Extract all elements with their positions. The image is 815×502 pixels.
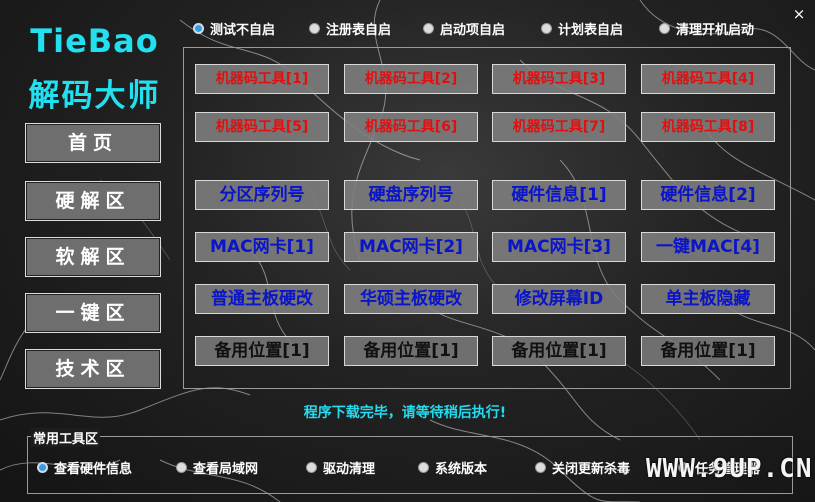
radio-startup-item-autostart[interactable]: 启动项自启 <box>423 19 541 38</box>
machine-code-tool-6-button[interactable]: 机器码工具[6] <box>344 112 478 142</box>
machine-code-tool-8-button[interactable]: 机器码工具[8] <box>641 112 775 142</box>
radio-empty-icon <box>541 23 552 34</box>
radio-driver-cleanup[interactable]: 驱动清理 <box>306 458 418 477</box>
app-title: TieBao <box>30 22 159 60</box>
startup-mode-options: 测试不自启 注册表自启 启动项自启 计划表自启 清理开机启动 <box>193 19 754 38</box>
radio-empty-icon <box>176 462 187 473</box>
mac-nic-1-button[interactable]: MAC网卡[1] <box>195 232 329 262</box>
reserved-slot-2-button[interactable]: 备用位置[1] <box>344 336 478 366</box>
radio-empty-icon <box>309 23 320 34</box>
nav-hard-decode-button[interactable]: 硬解区 <box>25 181 161 221</box>
mac-nic-2-button[interactable]: MAC网卡[2] <box>344 232 478 262</box>
nav-home-button[interactable]: 首页 <box>25 123 161 163</box>
generic-board-mod-button[interactable]: 普通主板硬改 <box>195 284 329 314</box>
machine-code-tool-7-button[interactable]: 机器码工具[7] <box>492 112 626 142</box>
radio-empty-icon <box>535 462 546 473</box>
radio-system-version[interactable]: 系统版本 <box>418 458 535 477</box>
nav-tech-button[interactable]: 技术区 <box>25 349 161 389</box>
single-board-hide-button[interactable]: 单主板隐藏 <box>641 284 775 314</box>
machine-code-tool-4-button[interactable]: 机器码工具[4] <box>641 64 775 94</box>
machine-code-tool-1-button[interactable]: 机器码工具[1] <box>195 64 329 94</box>
radio-empty-icon <box>659 23 670 34</box>
app-subtitle: 解码大师 <box>28 78 161 114</box>
modify-screen-id-button[interactable]: 修改屏幕ID <box>492 284 626 314</box>
status-message: 程序下载完毕，请等待稍后执行! <box>303 405 507 421</box>
site-watermark: WWW.9UP.CN <box>646 454 813 484</box>
radio-test-no-autostart[interactable]: 测试不自启 <box>193 19 309 38</box>
radio-empty-icon <box>423 23 434 34</box>
nav-one-click-button[interactable]: 一键区 <box>25 293 161 333</box>
machine-code-tool-2-button[interactable]: 机器码工具[2] <box>344 64 478 94</box>
radio-view-lan[interactable]: 查看局域网 <box>176 458 306 477</box>
asus-board-mod-button[interactable]: 华硕主板硬改 <box>344 284 478 314</box>
common-tools-title: 常用工具区 <box>31 428 101 447</box>
radio-clean-startup[interactable]: 清理开机启动 <box>659 19 754 38</box>
radio-selected-icon <box>37 462 48 473</box>
close-button[interactable]: × <box>791 4 807 24</box>
reserved-slot-1-button[interactable]: 备用位置[1] <box>195 336 329 366</box>
reserved-slot-4-button[interactable]: 备用位置[1] <box>641 336 775 366</box>
disk-serial-button[interactable]: 硬盘序列号 <box>344 180 478 210</box>
one-click-mac-4-button[interactable]: 一键MAC[4] <box>641 232 775 262</box>
radio-schedule-autostart[interactable]: 计划表自启 <box>541 19 659 38</box>
mac-nic-3-button[interactable]: MAC网卡[3] <box>492 232 626 262</box>
radio-empty-icon <box>306 462 317 473</box>
reserved-slot-3-button[interactable]: 备用位置[1] <box>492 336 626 366</box>
machine-code-tool-3-button[interactable]: 机器码工具[3] <box>492 64 626 94</box>
hardware-info-2-button[interactable]: 硬件信息[2] <box>641 180 775 210</box>
radio-empty-icon <box>418 462 429 473</box>
radio-registry-autostart[interactable]: 注册表自启 <box>309 19 423 38</box>
radio-selected-icon <box>193 23 204 34</box>
partition-serial-button[interactable]: 分区序列号 <box>195 180 329 210</box>
radio-view-hardware-info[interactable]: 查看硬件信息 <box>37 458 176 477</box>
hardware-info-1-button[interactable]: 硬件信息[1] <box>492 180 626 210</box>
machine-code-tool-5-button[interactable]: 机器码工具[5] <box>195 112 329 142</box>
nav-soft-decode-button[interactable]: 软解区 <box>25 237 161 277</box>
